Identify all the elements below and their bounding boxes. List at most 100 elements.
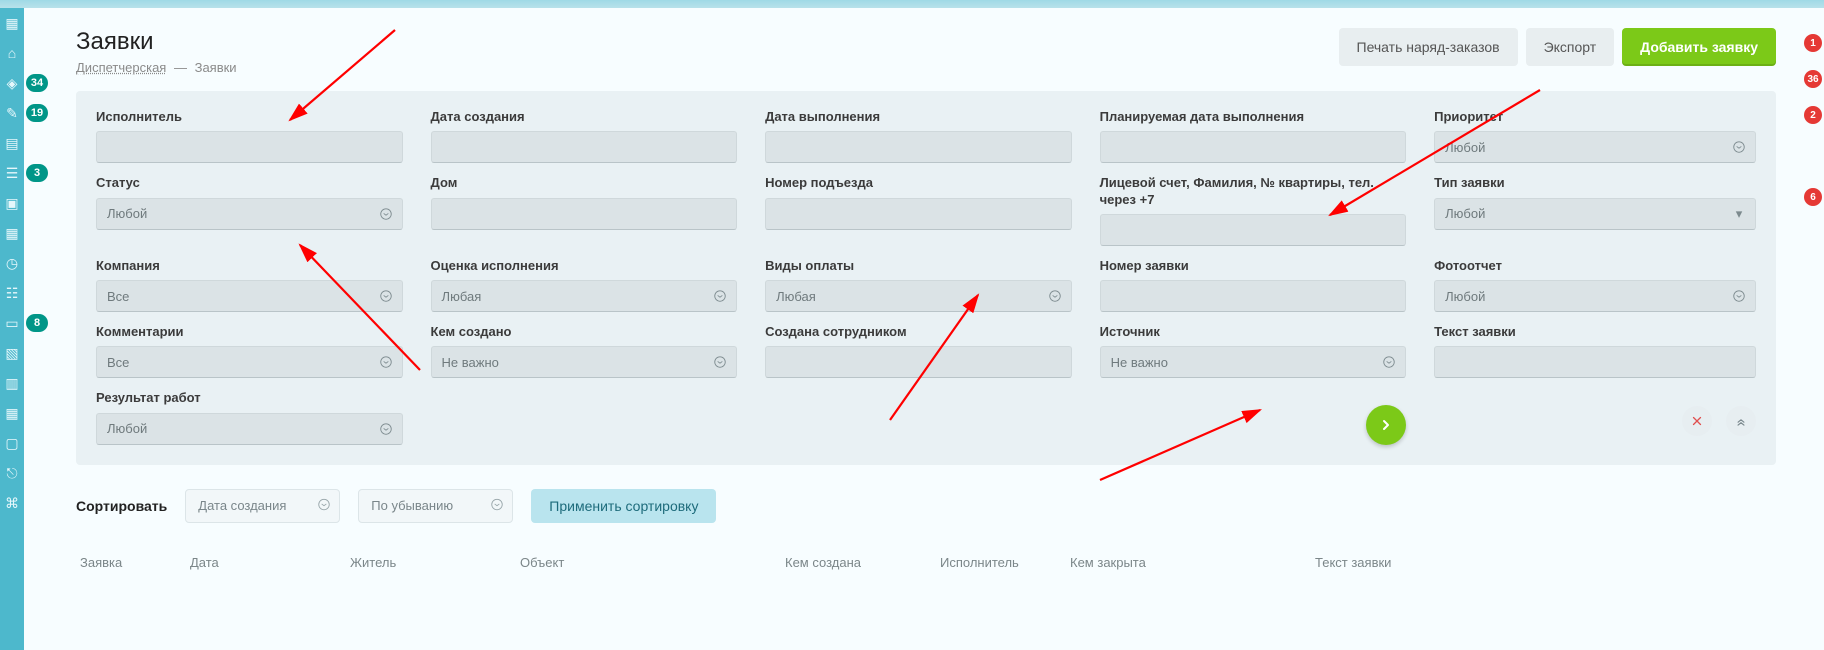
alert-badge[interactable]: 36 [1804, 70, 1822, 88]
created-date-input[interactable] [431, 131, 738, 163]
filter-label: Компания [96, 258, 403, 274]
nav-icon[interactable]: ▧ [0, 338, 24, 368]
nav-icon[interactable]: ▭ [0, 308, 24, 338]
nav-badge: 8 [26, 314, 48, 332]
breadcrumb-current: Заявки [195, 60, 237, 75]
comments-select[interactable]: Все [96, 346, 403, 378]
type-select[interactable]: Любой ▾ [1434, 198, 1756, 230]
col-resident[interactable]: Житель [346, 551, 516, 574]
chevron-down-icon [1047, 288, 1063, 304]
filter-label: Дата создания [431, 109, 738, 125]
plan-date-input[interactable] [1100, 131, 1407, 163]
done-date-input[interactable] [765, 131, 1072, 163]
table-header: Заявка Дата Житель Объект Кем создана Ис… [76, 551, 1776, 574]
executor-input[interactable] [96, 131, 403, 163]
filter-label: Источник [1100, 324, 1407, 340]
chevron-down-icon [1381, 354, 1397, 370]
paykind-select[interactable]: Любая [765, 280, 1072, 312]
select-value: Любой [107, 421, 147, 436]
nav-icon[interactable]: ▢ [0, 428, 24, 458]
nav-icon[interactable]: ▦ [0, 398, 24, 428]
sort-direction-select[interactable]: По убыванию [358, 489, 513, 523]
nav-icon[interactable]: ▦ [0, 8, 24, 38]
chevron-down-icon [378, 206, 394, 222]
nav-icon[interactable]: ▦ [0, 218, 24, 248]
col-date[interactable]: Дата [186, 551, 346, 574]
house-input[interactable] [431, 198, 738, 230]
chevron-down-icon [378, 421, 394, 437]
col-created-by[interactable]: Кем создана [781, 551, 936, 574]
print-orders-button[interactable]: Печать наряд-заказов [1339, 28, 1518, 66]
sort-field-select[interactable]: Дата создания [185, 489, 340, 523]
chevron-down-icon [712, 354, 728, 370]
close-icon [1690, 414, 1704, 428]
clear-filters-button[interactable] [1682, 406, 1712, 436]
apply-sort-button[interactable]: Применить сортировку [531, 489, 716, 523]
col-object[interactable]: Объект [516, 551, 781, 574]
photoreport-select[interactable]: Любой [1434, 280, 1756, 312]
priority-select[interactable]: Любой [1434, 131, 1756, 163]
work-result-select[interactable]: Любой [96, 413, 403, 445]
select-value: Любой [1445, 289, 1485, 304]
alert-badge[interactable]: 6 [1804, 188, 1822, 206]
request-text-input[interactable] [1434, 346, 1756, 378]
nav-badge: 19 [26, 104, 48, 122]
chevron-down-icon [378, 354, 394, 370]
nav-icon[interactable]: ⌘ [0, 488, 24, 518]
nav-icon[interactable]: ◈ [0, 68, 24, 98]
right-notification-column: 1 36 2 6 [1804, 34, 1824, 224]
select-value: Любая [442, 289, 482, 304]
nav-icon[interactable]: ⌂ [0, 38, 24, 68]
sort-label: Сортировать [76, 498, 167, 514]
nav-icon[interactable]: ▣ [0, 188, 24, 218]
filter-label: Тип заявки [1434, 175, 1756, 191]
request-number-input[interactable] [1100, 280, 1407, 312]
select-value: По убыванию [371, 498, 453, 513]
createdby-select[interactable]: Не важно [431, 346, 738, 378]
col-executor[interactable]: Исполнитель [936, 551, 1066, 574]
alert-badge[interactable]: 1 [1804, 34, 1822, 52]
nav-icon[interactable]: ▥ [0, 368, 24, 398]
account-input[interactable] [1100, 214, 1407, 246]
select-value: Любая [776, 289, 816, 304]
apply-filters-fab[interactable] [1366, 405, 1406, 445]
page-title: Заявки [76, 28, 237, 56]
entrance-input[interactable] [765, 198, 1072, 230]
results-table: Заявка Дата Житель Объект Кем создана Ис… [76, 551, 1776, 574]
chevron-down-icon [378, 288, 394, 304]
collapse-filters-button[interactable] [1726, 406, 1756, 436]
status-select[interactable]: Любой [96, 198, 403, 230]
alert-badge[interactable]: 2 [1804, 106, 1822, 124]
col-closed-by[interactable]: Кем закрыта [1066, 551, 1311, 574]
nav-icon[interactable]: ☷ [0, 278, 24, 308]
nav-badge: 3 [26, 164, 48, 182]
source-select[interactable]: Не важно [1100, 346, 1407, 378]
filter-label: Текст заявки [1434, 324, 1756, 340]
filter-label: Комментарии [96, 324, 403, 340]
breadcrumb-root[interactable]: Диспетчерская [76, 60, 166, 75]
export-button[interactable]: Экспорт [1526, 28, 1615, 66]
nav-icon[interactable]: ✎ [0, 98, 24, 128]
add-request-button[interactable]: Добавить заявку [1622, 28, 1776, 66]
col-request[interactable]: Заявка [76, 551, 186, 574]
filter-label: Кем создано [431, 324, 738, 340]
chevron-down-icon [490, 497, 504, 514]
nav-icon[interactable]: ◷ [0, 248, 24, 278]
caret-down-icon: ▾ [1731, 206, 1747, 222]
select-value: Не важно [442, 355, 499, 370]
filter-label: Номер заявки [1100, 258, 1407, 274]
nav-icon[interactable]: ☰ [0, 158, 24, 188]
company-select[interactable]: Все [96, 280, 403, 312]
main-content: Заявки Диспетчерская — Заявки Печать нар… [52, 18, 1800, 650]
col-request-text[interactable]: Текст заявки [1311, 551, 1776, 574]
filters-panel: Исполнитель Дата создания Дата выполнени… [76, 91, 1776, 465]
nav-icon[interactable]: ▤ [0, 128, 24, 158]
nav-badge: 34 [26, 74, 48, 92]
filter-label: Оценка исполнения [431, 258, 738, 274]
chevron-right-icon [1378, 417, 1394, 433]
filter-label: Номер подъезда [765, 175, 1072, 191]
rating-select[interactable]: Любая [431, 280, 738, 312]
employee-created-input[interactable] [765, 346, 1072, 378]
select-value: Все [107, 289, 129, 304]
nav-icon[interactable]: ⎋ [0, 458, 24, 488]
